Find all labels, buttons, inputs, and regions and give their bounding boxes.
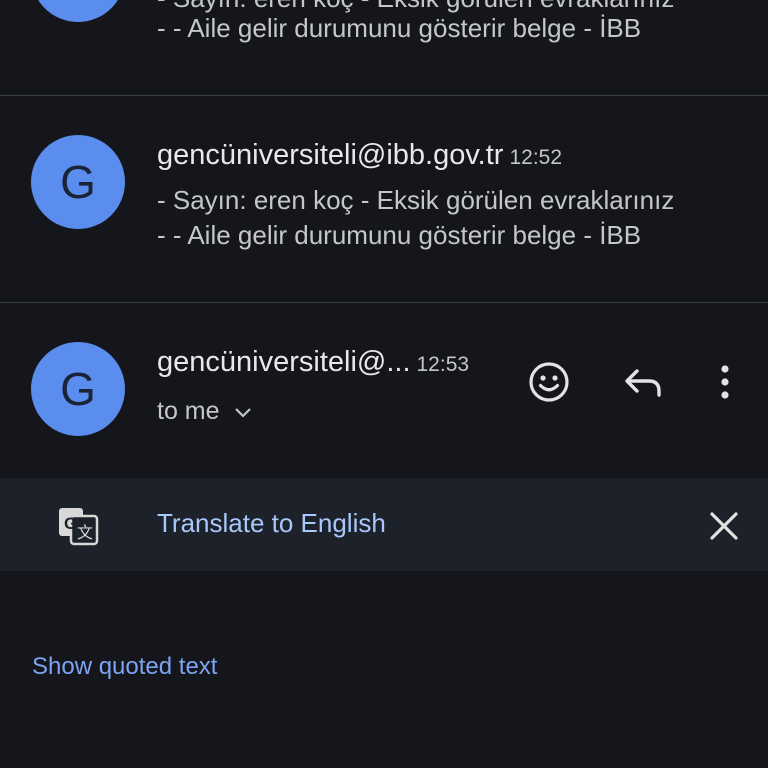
show-quoted-text-link[interactable]: Show quoted text <box>32 653 217 681</box>
reply-button[interactable] <box>616 355 670 409</box>
avatar <box>31 0 125 22</box>
chevron-down-icon <box>234 407 251 418</box>
recipient-label: to me <box>157 397 220 425</box>
close-translate-button[interactable] <box>702 504 746 548</box>
open-message-header: G gencüniversiteli@... 12:53 to me <box>0 303 768 478</box>
avatar[interactable]: G <box>31 342 125 436</box>
add-reaction-button[interactable] <box>522 355 576 409</box>
message-time: 12:52 <box>509 146 563 169</box>
message-snippet-line2: - - Aile gelir durumunu gösterir belge -… <box>157 220 642 250</box>
avatar: G <box>31 135 125 229</box>
sender-email: gencüniversiteli@... 12:53 <box>157 346 469 379</box>
more-vert-icon <box>721 365 729 399</box>
translate-bar: G 文 Translate to English <box>0 478 768 571</box>
translate-icon-wrap: G 文 <box>56 504 100 548</box>
more-options-button[interactable] <box>703 355 747 409</box>
sender-email: gencüniversiteli@ibb.gov.tr 12:52 <box>157 139 562 172</box>
svg-text:文: 文 <box>77 523 93 542</box>
translate-link[interactable]: Translate to English <box>157 508 386 539</box>
svg-text:G: G <box>64 514 77 533</box>
message-snippet-line1: - Sayın: eren koç - Eksik görülen evrakl… <box>157 185 675 215</box>
emoji-icon <box>529 362 569 402</box>
close-icon <box>710 512 738 540</box>
message-snippet-line2: - - Aile gelir durumunu gösterir belge -… <box>157 13 642 43</box>
reply-icon <box>625 369 661 397</box>
message-time: 12:53 <box>416 353 470 376</box>
translate-icon: G 文 <box>59 508 99 546</box>
message-item-2[interactable]: G gencüniversiteli@ibb.gov.tr 12:52 - Say… <box>0 96 768 302</box>
sender-name: gencüniversiteli@... <box>157 346 411 378</box>
sender-name: gencüniversiteli@ibb.gov.tr <box>157 139 504 171</box>
message-item-1[interactable]: - Sayın: eren koç - Eksik görülen evrakl… <box>0 0 768 96</box>
recipient-details-toggle[interactable]: to me <box>157 397 253 426</box>
